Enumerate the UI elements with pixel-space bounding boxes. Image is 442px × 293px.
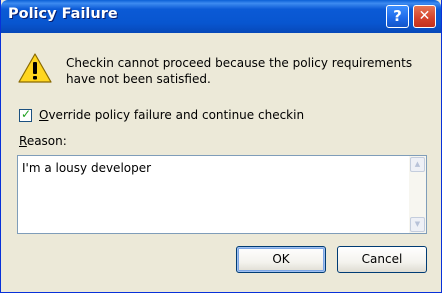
- dialog-title: Policy Failure: [8, 6, 118, 22]
- override-label-text: verride policy failure and continue chec…: [48, 108, 305, 122]
- ok-button[interactable]: OK: [236, 246, 326, 273]
- checkmark-icon: ✓: [21, 107, 32, 121]
- close-button[interactable]: ✕: [413, 5, 436, 28]
- question-mark-icon: ?: [393, 7, 402, 25]
- reason-label: Reason:: [19, 134, 67, 148]
- reason-accelerator: R: [19, 134, 27, 148]
- scroll-down-icon[interactable]: ▼: [410, 217, 425, 232]
- warning-icon: [18, 53, 52, 83]
- reason-text: I'm a lousy developer: [22, 161, 152, 175]
- help-button[interactable]: ?: [386, 5, 409, 28]
- title-bar[interactable]: Policy Failure ? ✕: [1, 0, 441, 33]
- reason-textarea[interactable]: I'm a lousy developer ▲ ▼: [17, 155, 427, 234]
- close-x-icon: ✕: [418, 8, 431, 24]
- override-checkbox-label[interactable]: Override policy failure and continue che…: [39, 108, 304, 122]
- reason-label-text: eason:: [26, 134, 67, 148]
- policy-failure-dialog: Policy Failure ? ✕ Checkin cannot procee…: [0, 0, 442, 293]
- cancel-button[interactable]: Cancel: [337, 246, 427, 273]
- scroll-up-icon[interactable]: ▲: [410, 157, 425, 172]
- reason-scrollbar[interactable]: ▲ ▼: [409, 156, 426, 233]
- override-checkbox[interactable]: ✓: [19, 107, 32, 122]
- dialog-message: Checkin cannot proceed because the polic…: [66, 56, 413, 86]
